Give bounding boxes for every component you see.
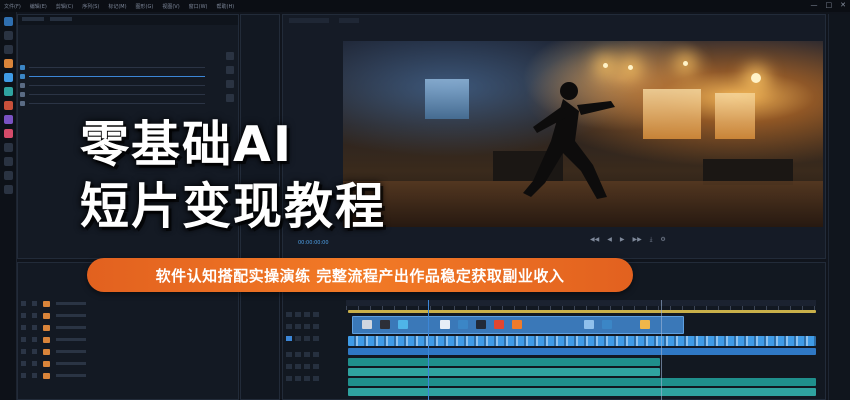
menu-bar: 文件(F) 编辑(E) 剪辑(C) 序列(S) 标记(M) 图形(G) 视图(V… [0,0,850,12]
panel-button[interactable] [226,66,234,74]
menu-file[interactable]: 文件(F) [4,3,21,10]
folder-icon[interactable] [3,31,13,40]
out-point-marker[interactable] [661,300,662,400]
audio-clip[interactable] [348,358,660,366]
project-tabs [18,15,238,25]
list-item[interactable] [20,91,205,97]
window-controls: — □ ✕ [811,1,847,9]
timecode: 00:00:00:00 [298,240,329,246]
track-header-v3[interactable] [286,310,338,318]
tab-settings[interactable] [339,18,359,23]
minimize-icon[interactable]: — [811,1,818,9]
menu-view[interactable]: 视图(V) [162,3,179,10]
clip-thumb [440,320,450,329]
tab-media[interactable] [50,17,72,21]
forward-icon[interactable]: ▶▶ [632,236,641,244]
audio-clip[interactable] [348,378,816,386]
clip-thumb [494,320,504,329]
program-tabs [283,15,825,27]
menu-help[interactable]: 帮助(H) [217,3,235,10]
panel-button[interactable] [226,94,234,102]
ceiling-light [628,65,633,70]
video-track-clip[interactable] [348,336,816,346]
panel-button[interactable] [226,80,234,88]
home-icon[interactable] [3,17,13,26]
list-item[interactable] [21,348,235,355]
window-right [715,93,755,139]
track-header-v2[interactable] [286,322,338,330]
rewind-icon[interactable]: ◀◀ [590,236,599,244]
running-figure [523,82,615,199]
menu-marker[interactable]: 标记(M) [108,3,126,10]
ceiling-light [603,63,608,68]
track-header-v1[interactable] [286,334,338,342]
list-item[interactable] [21,372,235,379]
right-sidebar [828,14,850,400]
window-center [643,89,701,139]
ceiling-light [683,61,688,66]
panel-button[interactable] [226,52,234,60]
list-item[interactable] [20,73,205,79]
record-icon[interactable] [3,101,13,110]
close-icon[interactable]: ✕ [840,1,846,9]
list-item[interactable] [20,82,205,88]
headline-line-2: 短片变现教程 [80,178,387,235]
list-item[interactable] [21,336,235,343]
list-item[interactable] [21,300,235,307]
clip-thumb [476,320,486,329]
maximize-icon[interactable]: □ [826,1,833,9]
menu-graphics[interactable]: 图形(G) [136,3,154,10]
clip-thumb [584,320,594,329]
export-icon[interactable]: ⤓ [650,236,653,244]
clip-thumb [362,320,372,329]
playhead[interactable] [428,300,429,400]
window-left [425,79,469,119]
scissors-icon[interactable] [3,143,13,152]
effects-icon[interactable] [3,87,13,96]
menu-sequence[interactable]: 序列(S) [82,3,99,10]
headline-line-1: 零基础AI [80,116,294,173]
banner-pill: 软件认知搭配实操演练 完整流程产出作品稳定获取副业收入 [87,258,633,292]
clip-thumb [458,320,468,329]
menu-edit[interactable]: 编辑(E) [30,3,47,10]
clip-thumb [398,320,408,329]
track-header-a1[interactable] [286,350,338,358]
text-icon[interactable] [3,157,13,166]
heart-icon[interactable] [3,129,13,138]
menu-window[interactable]: 窗口(W) [189,3,208,10]
playback-controls: ◀◀ ◀ ▶ ▶▶ ⤓ ⚙ [590,236,666,244]
settings-icon[interactable]: ⚙ [660,236,665,244]
track-headers [286,310,344,400]
menu-clip[interactable]: 剪辑(C) [56,3,73,10]
layers-icon[interactable] [3,171,13,180]
clip-thumb [640,320,650,329]
headline: 零基础AI 短片变现教程 [80,114,510,238]
marker-bar[interactable] [348,310,816,313]
track-header-a3[interactable] [286,374,338,382]
clip-thumb [512,320,522,329]
list-item[interactable] [21,324,235,331]
audio-icon[interactable] [3,59,13,68]
list-item[interactable] [20,100,205,106]
play-icon[interactable]: ▶ [620,236,625,244]
list-item[interactable] [20,64,205,70]
track-header-a2[interactable] [286,362,338,370]
step-back-icon[interactable]: ◀ [607,236,612,244]
video-icon[interactable] [3,73,13,82]
settings-icon[interactable] [3,185,13,194]
studio-lamp [751,73,761,83]
color-icon[interactable] [3,115,13,124]
media-icon[interactable] [3,45,13,54]
audio-clip[interactable] [348,388,816,396]
video-track-clip[interactable] [348,348,816,355]
tab-program[interactable] [289,18,329,23]
audio-clip[interactable] [348,368,660,376]
clip-thumb [380,320,390,329]
list-item[interactable] [21,312,235,319]
list-item[interactable] [21,360,235,367]
clip-thumb [602,320,612,329]
tab-project[interactable] [22,17,44,21]
tool-rail [0,12,17,400]
